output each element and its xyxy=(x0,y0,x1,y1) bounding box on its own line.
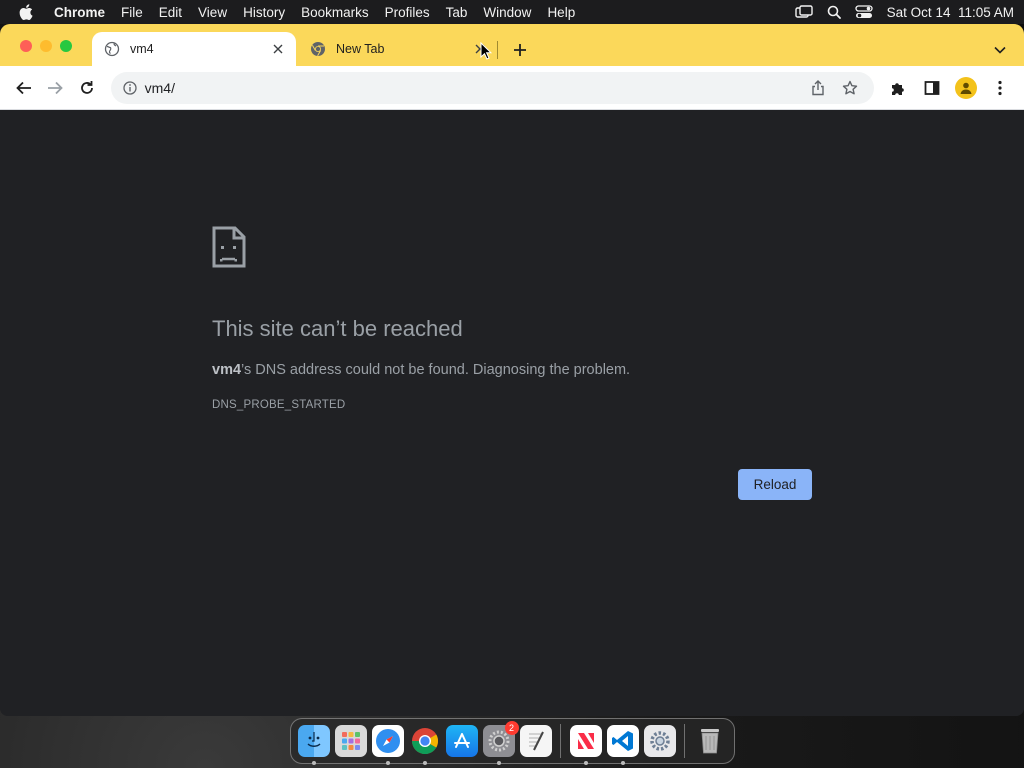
notification-badge: 2 xyxy=(504,721,519,735)
spotlight-search-icon[interactable] xyxy=(827,5,841,19)
plus-icon xyxy=(514,44,526,56)
tab-search-button[interactable] xyxy=(990,40,1010,60)
close-window-button[interactable] xyxy=(20,40,32,52)
window-controls xyxy=(20,40,72,52)
safari-icon[interactable] xyxy=(371,725,404,765)
tab-strip: vm4 New Tab xyxy=(0,24,1024,66)
bookmark-star-icon[interactable] xyxy=(836,74,864,102)
tab-separator xyxy=(497,41,498,59)
launchpad-icon[interactable] xyxy=(334,725,367,757)
new-tab-button[interactable] xyxy=(508,38,532,62)
back-button[interactable] xyxy=(8,72,40,104)
menu-app-chrome[interactable]: Chrome xyxy=(42,5,113,20)
error-code: DNS_PROBE_STARTED xyxy=(212,399,346,411)
macos-dock: 2 xyxy=(290,718,735,765)
arrow-left-icon xyxy=(15,81,31,94)
forward-button[interactable] xyxy=(40,72,72,104)
system-settings-icon[interactable]: 2 xyxy=(482,721,519,765)
textedit-icon[interactable] xyxy=(519,725,552,757)
address-bar[interactable]: vm4/ xyxy=(110,71,874,104)
vscode-icon[interactable] xyxy=(606,725,639,765)
screen-mirroring-icon[interactable] xyxy=(794,5,813,19)
menu-window[interactable]: Window xyxy=(475,5,539,20)
chevron-down-icon xyxy=(994,46,1006,54)
menu-profiles[interactable]: Profiles xyxy=(377,5,438,20)
mouse-cursor-icon xyxy=(480,41,493,65)
menubar-clock[interactable]: Sat Oct 14 11:05 AM xyxy=(887,5,1014,20)
fullscreen-window-button[interactable] xyxy=(60,40,72,52)
tab-new-tab[interactable]: New Tab xyxy=(298,32,498,66)
chrome-window: vm4 New Tab vm4/ This site can’t be reac… xyxy=(0,24,1024,716)
news-icon[interactable] xyxy=(569,725,602,765)
chrome-app-icon[interactable] xyxy=(409,725,441,765)
menu-edit[interactable]: Edit xyxy=(151,5,190,20)
dock-separator xyxy=(684,724,685,758)
tab-title: vm4 xyxy=(130,42,154,56)
page-content: This site can’t be reached vm4’s DNS add… xyxy=(0,110,1024,716)
apple-menu-icon[interactable] xyxy=(10,4,42,20)
error-description: vm4’s DNS address could not be found. Di… xyxy=(212,362,630,378)
reload-toolbar-button[interactable] xyxy=(71,72,103,104)
share-icon[interactable] xyxy=(804,74,832,102)
error-host: vm4 xyxy=(212,362,242,378)
globe-icon xyxy=(104,41,120,57)
info-icon[interactable] xyxy=(121,79,139,97)
macos-menu-bar: Chrome File Edit View History Bookmarks … xyxy=(0,0,1024,24)
arrow-right-icon xyxy=(48,81,64,94)
app-store-icon[interactable] xyxy=(445,725,478,757)
profile-avatar[interactable] xyxy=(950,72,982,104)
menu-bookmarks[interactable]: Bookmarks xyxy=(293,5,377,20)
finder-icon[interactable] xyxy=(297,725,330,765)
error-title: This site can’t be reached xyxy=(212,316,463,341)
reload-button[interactable]: Reload xyxy=(738,469,812,500)
menu-help[interactable]: Help xyxy=(539,5,583,20)
url-text[interactable]: vm4/ xyxy=(145,80,800,96)
extensions-puzzle-icon[interactable] xyxy=(882,72,914,104)
gear-icon[interactable] xyxy=(643,725,676,757)
side-panel-icon[interactable] xyxy=(916,72,948,104)
chrome-icon xyxy=(310,41,326,57)
refresh-icon xyxy=(81,80,93,94)
tab-title: New Tab xyxy=(336,42,385,56)
control-center-icon[interactable] xyxy=(855,5,873,19)
minimize-window-button[interactable] xyxy=(40,40,52,52)
tab-vm4[interactable]: vm4 xyxy=(92,32,296,66)
trash-icon[interactable] xyxy=(694,725,726,757)
menu-file[interactable]: File xyxy=(113,5,151,20)
menu-tab[interactable]: Tab xyxy=(438,5,476,20)
close-tab-icon[interactable] xyxy=(270,41,286,57)
browser-toolbar: vm4/ xyxy=(0,66,1024,110)
menu-view[interactable]: View xyxy=(190,5,235,20)
person-icon xyxy=(955,76,977,99)
menu-history[interactable]: History xyxy=(235,5,293,20)
dock-separator xyxy=(560,724,561,758)
more-menu-icon[interactable] xyxy=(984,72,1016,104)
sad-document-icon xyxy=(212,226,246,273)
error-message: ’s DNS address could not be found. Diagn… xyxy=(241,362,631,378)
